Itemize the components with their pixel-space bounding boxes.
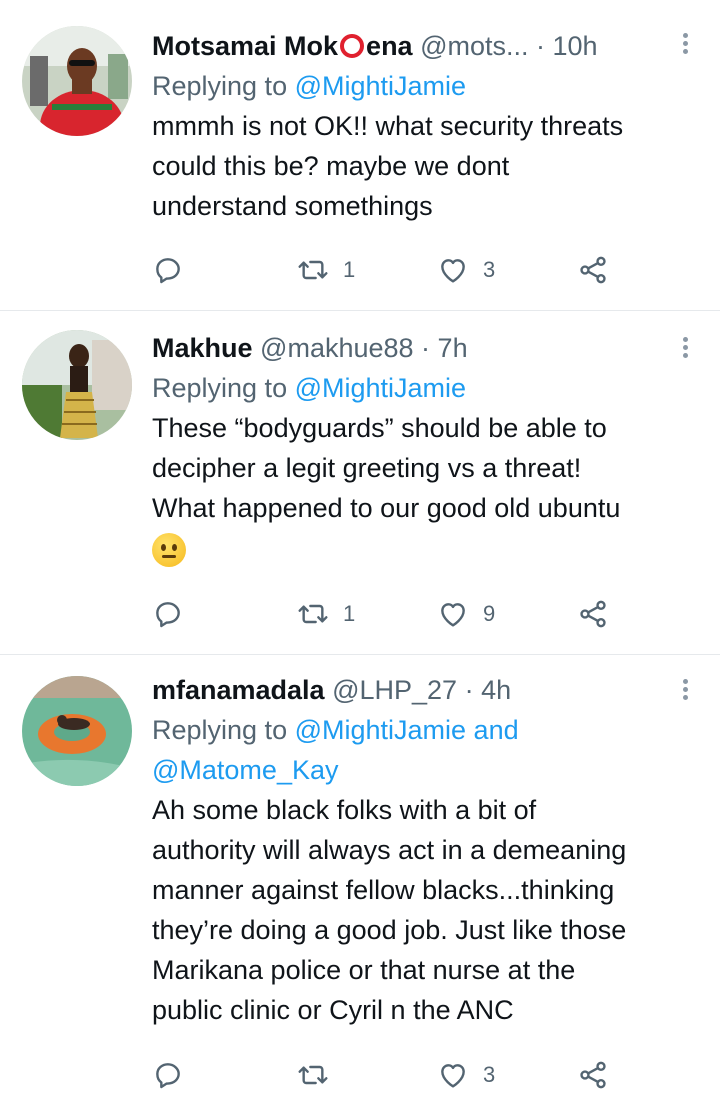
mention-link[interactable]: @MightiJamie and xyxy=(295,715,519,745)
like-count: 3 xyxy=(483,1062,496,1087)
like-count: 9 xyxy=(483,601,496,626)
replying-to: Replying to @MightiJamie xyxy=(152,373,467,403)
red-circle-icon xyxy=(340,34,365,58)
timestamp[interactable]: 7h xyxy=(438,333,468,363)
share-button[interactable] xyxy=(577,250,609,290)
display-name[interactable]: Makhue xyxy=(152,333,253,363)
tweet-actions: 1 9 xyxy=(152,594,620,634)
replying-to: Replying to @MightiJamie and xyxy=(152,715,519,745)
replying-to-cont: @Matome_Kay xyxy=(152,750,690,790)
share-button[interactable] xyxy=(577,594,609,634)
more-icon[interactable] xyxy=(680,334,690,364)
retweet-count: 1 xyxy=(343,257,356,282)
tweet-3[interactable]: mfanamadala @LHP_27 · 4h Replying to @Mi… xyxy=(0,654,720,1106)
like-icon xyxy=(437,254,469,286)
tweet-actions: 3 xyxy=(152,1055,620,1095)
share-icon xyxy=(577,1059,609,1091)
face-with-rolling-eyes-icon xyxy=(152,532,186,567)
reply-icon xyxy=(152,1059,184,1091)
tweet-text: mmmh is not OK!! what security threats c… xyxy=(152,111,624,221)
share-icon xyxy=(577,254,609,286)
like-count: 3 xyxy=(483,257,496,282)
reply-button[interactable] xyxy=(152,1055,184,1095)
tweet-header: mfanamadala @LHP_27 · 4h xyxy=(152,675,512,705)
display-name[interactable]: Motsamai Mok ena xyxy=(152,31,413,61)
avatar[interactable] xyxy=(22,676,132,786)
like-icon xyxy=(437,1059,469,1091)
retweet-button[interactable] xyxy=(297,1055,343,1095)
mention-link[interactable]: @Matome_Kay xyxy=(152,755,338,785)
tweet-text: These “bodyguards” should be able to dec… xyxy=(152,408,690,568)
share-icon xyxy=(577,598,609,630)
replying-to: Replying to @MightiJamie xyxy=(152,71,467,101)
tweet-text: Ah some black folks with a bit of author… xyxy=(152,795,627,1025)
mention-link[interactable]: @MightiJamie xyxy=(295,71,466,101)
avatar[interactable] xyxy=(22,330,132,440)
like-button[interactable]: 3 xyxy=(437,250,495,290)
retweet-icon xyxy=(297,1059,329,1091)
reply-icon xyxy=(152,254,184,286)
display-name[interactable]: mfanamadala xyxy=(152,675,325,705)
more-icon[interactable] xyxy=(680,676,690,706)
retweet-icon xyxy=(297,598,329,630)
more-icon[interactable] xyxy=(680,30,690,60)
reply-icon xyxy=(152,598,184,630)
timestamp[interactable]: 10h xyxy=(553,31,598,61)
like-button[interactable]: 9 xyxy=(437,594,495,634)
retweet-button[interactable]: 1 xyxy=(297,594,355,634)
user-handle[interactable]: @makhue88 xyxy=(260,333,414,363)
retweet-button[interactable]: 1 xyxy=(297,250,355,290)
tweet-header: Makhue @makhue88 · 7h xyxy=(152,333,468,363)
share-button[interactable] xyxy=(577,1055,609,1095)
user-handle[interactable]: @LHP_27 xyxy=(332,675,457,705)
tweet-2[interactable]: Makhue @makhue88 · 7h Replying to @Might… xyxy=(0,310,720,655)
tweet-1[interactable]: Motsamai Mok ena @mots... · 10h Replying … xyxy=(0,0,720,311)
reply-button[interactable] xyxy=(152,250,184,290)
tweet-header: Motsamai Mok ena @mots... · 10h xyxy=(152,31,598,61)
retweet-icon xyxy=(297,254,329,286)
tweet-actions: 1 3 xyxy=(152,250,620,290)
retweet-count: 1 xyxy=(343,601,356,626)
user-handle[interactable]: @mots... xyxy=(420,31,528,61)
avatar[interactable] xyxy=(22,26,132,136)
reply-button[interactable] xyxy=(152,594,184,634)
timestamp[interactable]: 4h xyxy=(481,675,511,705)
like-button[interactable]: 3 xyxy=(437,1055,495,1095)
mention-link[interactable]: @MightiJamie xyxy=(295,373,466,403)
like-icon xyxy=(437,598,469,630)
